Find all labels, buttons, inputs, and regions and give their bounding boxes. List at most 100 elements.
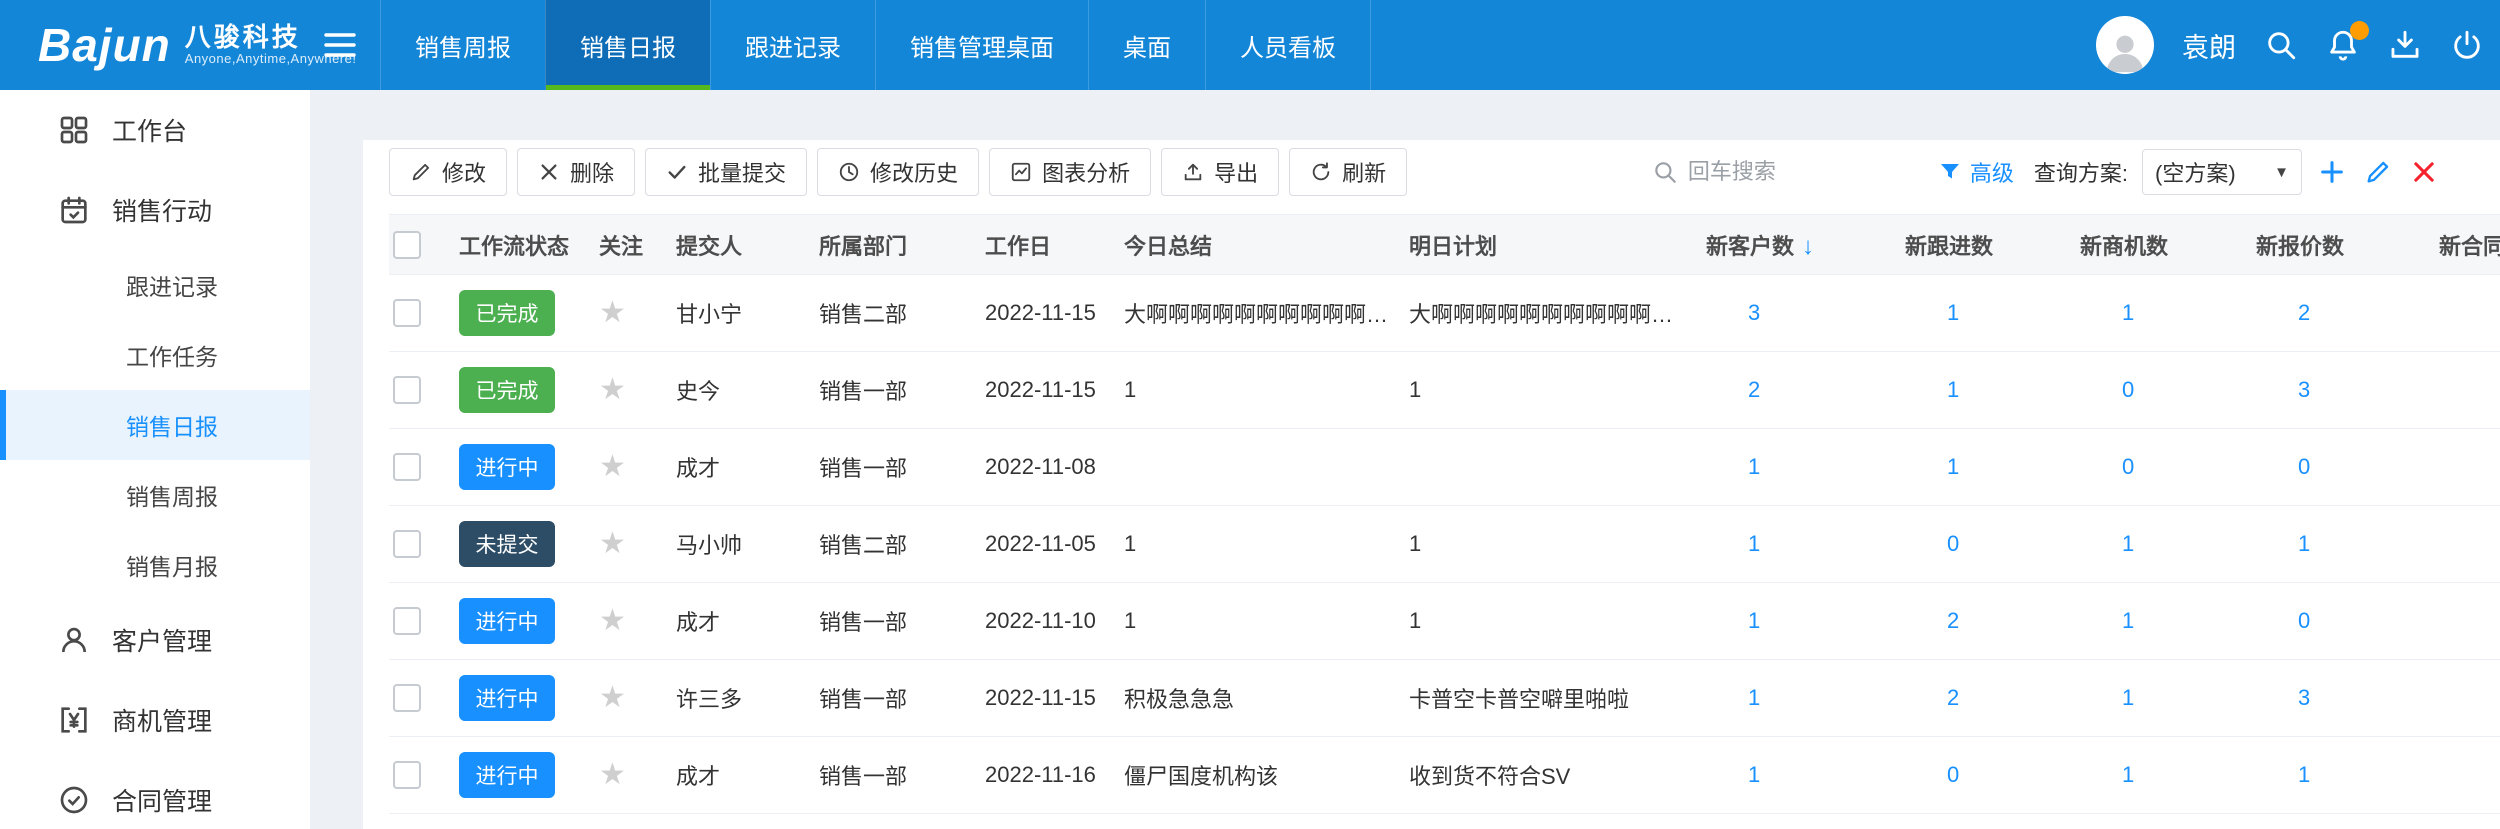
row-checkbox[interactable] — [393, 607, 421, 635]
new-opportunities-link[interactable]: 0 — [2122, 454, 2134, 479]
tab-sales-weekly[interactable]: 销售周报 — [380, 0, 545, 90]
table-row[interactable]: 进行中 ★ 许三多 销售一部 2022-11-15 积极急急急 卡普空卡普空噼里… — [389, 660, 2500, 737]
new-opportunities-link[interactable]: 1 — [2122, 685, 2134, 710]
sidebar-item-work-tasks[interactable]: 工作任务 — [0, 320, 310, 390]
new-opportunities-link[interactable]: 0 — [2122, 377, 2134, 402]
col-header-department[interactable]: 所属部门 — [819, 215, 985, 275]
new-followups-link[interactable]: 2 — [1947, 608, 1959, 633]
sidebar-item-followup-records[interactable]: 跟进记录 — [0, 250, 310, 320]
star-icon[interactable]: ★ — [599, 450, 626, 483]
table-row[interactable]: 进行中 ★ 成才 销售一部 2022-11-16 僵尸国度机构该 收到货不符合S… — [389, 737, 2500, 814]
table-row[interactable]: 已完成 ★ 史今 销售一部 2022-11-15 1 1 2 1 0 3 — [389, 352, 2500, 429]
username[interactable]: 袁朗 — [2182, 26, 2236, 65]
new-opportunities-link[interactable]: 1 — [2122, 300, 2134, 325]
sidebar-item-sales-weekly[interactable]: 销售周报 — [0, 460, 310, 530]
sidebar-item-contract-management[interactable]: 合同管理 — [0, 760, 310, 829]
tab-desktop[interactable]: 桌面 — [1088, 0, 1205, 90]
row-checkbox[interactable] — [393, 684, 421, 712]
logo[interactable]: Bajun 八骏科技 Anyone,Anytime,Anywhere! — [0, 0, 300, 90]
new-customers-link[interactable]: 1 — [1748, 685, 1760, 710]
select-all-checkbox[interactable] — [393, 231, 421, 259]
sidebar-item-sales-action[interactable]: 销售行动 — [0, 170, 310, 250]
new-quotes-link[interactable]: 3 — [2298, 377, 2310, 402]
new-followups-link[interactable]: 2 — [1947, 685, 1959, 710]
new-customers-link[interactable]: 2 — [1748, 377, 1760, 402]
new-quotes-link[interactable]: 0 — [2298, 454, 2310, 479]
advanced-filter-button[interactable]: 高级 — [1938, 156, 2014, 188]
power-icon[interactable] — [2450, 28, 2484, 62]
col-header-new-followups[interactable]: 新跟进数 — [1905, 215, 2080, 275]
col-header-new-customers[interactable]: 新客户数↓ — [1706, 215, 1905, 275]
col-header-today-summary[interactable]: 今日总结 — [1124, 215, 1409, 275]
sidebar-item-sales-monthly[interactable]: 销售月报 — [0, 530, 310, 600]
new-customers-link[interactable]: 1 — [1748, 454, 1760, 479]
chart-analysis-button[interactable]: 图表分析 — [989, 148, 1151, 196]
tab-followup-records[interactable]: 跟进记录 — [710, 0, 875, 90]
sort-desc-icon[interactable]: ↓ — [1802, 233, 1814, 260]
col-header-new-contracts[interactable]: 新合同数 — [2439, 215, 2500, 275]
tab-sales-daily[interactable]: 销售日报 — [545, 0, 710, 90]
col-header-workday[interactable]: 工作日 — [985, 215, 1124, 275]
new-followups-link[interactable]: 1 — [1947, 377, 1959, 402]
edit-history-button[interactable]: 修改历史 — [817, 148, 979, 196]
table-row[interactable]: 未提交 ★ 马小帅 销售二部 2022-11-05 1 1 1 0 1 1 — [389, 506, 2500, 583]
row-checkbox[interactable] — [393, 299, 421, 327]
new-customers-link[interactable]: 1 — [1748, 608, 1760, 633]
row-checkbox[interactable] — [393, 453, 421, 481]
notification-bell-icon[interactable] — [2326, 28, 2360, 62]
sidebar-item-opportunity-management[interactable]: 商机管理 — [0, 680, 310, 760]
row-checkbox[interactable] — [393, 530, 421, 558]
star-icon[interactable]: ★ — [599, 681, 626, 714]
batch-submit-button[interactable]: 批量提交 — [645, 148, 807, 196]
new-opportunities-link[interactable]: 1 — [2122, 531, 2134, 556]
new-quotes-link[interactable]: 3 — [2298, 685, 2310, 710]
col-header-submitter[interactable]: 提交人 — [676, 215, 819, 275]
download-icon[interactable] — [2388, 28, 2422, 62]
col-header-workflow-status[interactable]: 工作流状态 — [459, 215, 599, 275]
col-header-new-quotes[interactable]: 新报价数 — [2256, 215, 2439, 275]
search-input[interactable] — [1688, 159, 1888, 185]
new-customers-link[interactable]: 1 — [1748, 531, 1760, 556]
search-icon[interactable] — [2264, 28, 2298, 62]
new-opportunities-link[interactable]: 1 — [2122, 608, 2134, 633]
query-scheme-select[interactable]: (空方案) ▼ — [2142, 149, 2302, 195]
star-icon[interactable]: ★ — [599, 296, 626, 329]
new-followups-link[interactable]: 0 — [1947, 531, 1959, 556]
new-opportunities-link[interactable]: 1 — [2122, 762, 2134, 787]
star-icon[interactable]: ★ — [599, 758, 626, 791]
new-quotes-link[interactable]: 0 — [2298, 608, 2310, 633]
new-followups-link[interactable]: 0 — [1947, 762, 1959, 787]
new-quotes-link[interactable]: 1 — [2298, 762, 2310, 787]
table-row[interactable]: 已完成 ★ 甘小宁 销售二部 2022-11-15 大啊啊啊啊啊啊啊啊啊啊… 大… — [389, 275, 2500, 352]
table-row[interactable]: 进行中 ★ 成才 销售一部 2022-11-08 1 1 0 0 — [389, 429, 2500, 506]
new-customers-link[interactable]: 1 — [1748, 762, 1760, 787]
col-header-follow[interactable]: 关注 — [599, 215, 676, 275]
row-checkbox[interactable] — [393, 761, 421, 789]
sidebar-item-sales-daily[interactable]: 销售日报 — [0, 390, 310, 460]
new-quotes-link[interactable]: 1 — [2298, 531, 2310, 556]
hamburger-menu-icon[interactable] — [300, 0, 380, 90]
export-button[interactable]: 导出 — [1161, 148, 1279, 196]
refresh-button[interactable]: 刷新 — [1289, 148, 1407, 196]
add-scheme-button[interactable] — [2316, 156, 2348, 188]
col-header-tomorrow-plan[interactable]: 明日计划 — [1409, 215, 1706, 275]
delete-button[interactable]: 删除 — [517, 148, 635, 196]
row-checkbox[interactable] — [393, 376, 421, 404]
sidebar-item-customer-management[interactable]: 客户管理 — [0, 600, 310, 680]
star-icon[interactable]: ★ — [599, 373, 626, 406]
new-customers-link[interactable]: 3 — [1748, 300, 1760, 325]
new-followups-link[interactable]: 1 — [1947, 454, 1959, 479]
sidebar-item-workbench[interactable]: 工作台 — [0, 90, 310, 170]
tab-sales-management-desktop[interactable]: 销售管理桌面 — [875, 0, 1088, 90]
table-row[interactable]: 进行中 ★ 成才 销售一部 2022-11-10 1 1 1 2 1 0 — [389, 583, 2500, 660]
edit-scheme-button[interactable] — [2362, 156, 2394, 188]
tab-staff-board[interactable]: 人员看板 — [1205, 0, 1371, 90]
star-icon[interactable]: ★ — [599, 527, 626, 560]
new-followups-link[interactable]: 1 — [1947, 300, 1959, 325]
col-header-new-opportunities[interactable]: 新商机数 — [2080, 215, 2256, 275]
star-icon[interactable]: ★ — [599, 604, 626, 637]
edit-button[interactable]: 修改 — [389, 148, 507, 196]
delete-scheme-button[interactable] — [2408, 156, 2440, 188]
new-quotes-link[interactable]: 2 — [2298, 300, 2310, 325]
avatar[interactable] — [2096, 16, 2154, 74]
